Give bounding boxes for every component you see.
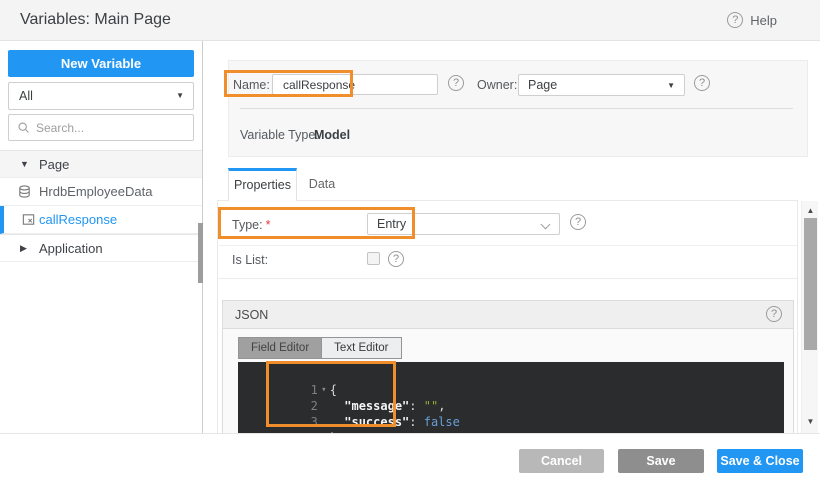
code-token: , bbox=[438, 399, 445, 413]
name-label: Name:* bbox=[233, 78, 278, 92]
variable-filter-select[interactable]: All ▼ bbox=[8, 82, 194, 110]
variables-sidebar: New Variable All ▼ ▼ Page HrdbEmployeeDa… bbox=[0, 41, 203, 433]
tree-item-hrdbemployeedata[interactable]: HrdbEmployeeData bbox=[0, 178, 202, 206]
name-input[interactable] bbox=[272, 74, 438, 95]
json-panel-title: JSON bbox=[235, 308, 268, 322]
is-list-help-icon[interactable]: ? bbox=[388, 251, 404, 267]
tree-item-callresponse[interactable]: callResponse bbox=[0, 206, 202, 234]
type-help-icon[interactable]: ? bbox=[570, 214, 586, 230]
owner-value: Page bbox=[519, 75, 684, 95]
tree-item-label: HrdbEmployeeData bbox=[39, 184, 152, 199]
tree-item-label: callResponse bbox=[39, 212, 117, 227]
owner-help-icon[interactable]: ? bbox=[694, 75, 710, 91]
code-line: 1▾{ bbox=[238, 366, 784, 382]
page-title: Variables: Main Page bbox=[20, 11, 171, 29]
variables-dialog: Variables: Main Page ? Help New Variable… bbox=[0, 0, 820, 487]
database-icon bbox=[17, 184, 32, 199]
type-select[interactable]: Entry bbox=[367, 213, 560, 235]
dialog-header: Variables: Main Page ? Help bbox=[0, 0, 820, 41]
tree-item-label: Page bbox=[39, 157, 69, 172]
field-editor-button[interactable]: Field Editor bbox=[239, 338, 321, 358]
is-list-checkbox[interactable] bbox=[367, 252, 380, 265]
help-label: Help bbox=[750, 13, 777, 28]
dialog-footer: Cancel Save Save & Close bbox=[0, 433, 820, 487]
cancel-button[interactable]: Cancel bbox=[519, 449, 604, 473]
code-token: "success" bbox=[330, 415, 409, 429]
is-list-label: Is List: bbox=[232, 253, 268, 267]
code-token: : bbox=[409, 415, 423, 429]
scroll-down-icon[interactable]: ▼ bbox=[802, 417, 819, 426]
variable-type-value: Model bbox=[314, 128, 350, 142]
tree-item-page[interactable]: ▼ Page bbox=[0, 150, 202, 178]
code-token: "message" bbox=[330, 399, 409, 413]
text-editor-button[interactable]: Text Editor bbox=[321, 338, 400, 358]
json-panel: JSON ? Field Editor Text Editor 1▾{ 2 "m… bbox=[222, 300, 794, 433]
new-variable-button[interactable]: New Variable bbox=[8, 50, 194, 77]
variable-search bbox=[8, 114, 194, 141]
sidebar-scrollbar-thumb[interactable] bbox=[198, 223, 203, 283]
type-label: Type:* bbox=[232, 218, 270, 232]
model-icon bbox=[21, 212, 36, 227]
editor-mode-toggle: Field Editor Text Editor bbox=[238, 337, 402, 359]
caret-right-icon: ▶ bbox=[20, 243, 32, 254]
search-icon bbox=[17, 121, 30, 134]
json-panel-header: JSON ? bbox=[223, 301, 793, 329]
variable-type-label: Variable Type: bbox=[240, 128, 319, 142]
scrollbar-thumb[interactable] bbox=[804, 218, 817, 350]
dropdown-arrow-icon: ▼ bbox=[176, 83, 184, 109]
code-token: false bbox=[424, 415, 460, 429]
form-divider bbox=[240, 108, 793, 109]
save-close-button[interactable]: Save & Close bbox=[717, 449, 803, 473]
search-input[interactable] bbox=[36, 121, 176, 135]
owner-select[interactable]: Page ▼ bbox=[518, 74, 685, 96]
code-token: : bbox=[409, 399, 423, 413]
json-code-editor[interactable]: 1▾{ 2 "message": "", 3 "success": false … bbox=[238, 362, 784, 434]
dropdown-arrow-icon: ▼ bbox=[667, 75, 675, 95]
line-number: 3 bbox=[296, 414, 318, 430]
help-button[interactable]: ? Help bbox=[727, 12, 777, 28]
scroll-up-icon[interactable]: ▲ bbox=[802, 206, 819, 215]
tree-item-application[interactable]: ▶ Application bbox=[0, 234, 202, 262]
tab-properties[interactable]: Properties bbox=[228, 168, 297, 201]
json-help-icon[interactable]: ? bbox=[766, 306, 782, 322]
content-scrollbar[interactable]: ▲ ▼ bbox=[801, 201, 818, 433]
help-icon: ? bbox=[727, 12, 743, 28]
row-divider bbox=[219, 245, 797, 246]
code-token: "" bbox=[424, 399, 438, 413]
variable-filter-value: All bbox=[19, 89, 33, 103]
caret-down-icon: ▼ bbox=[20, 159, 32, 169]
required-asterisk: * bbox=[266, 218, 271, 232]
line-number: 2 bbox=[296, 398, 318, 414]
name-help-icon[interactable]: ? bbox=[448, 75, 464, 91]
variables-tree: ▼ Page HrdbEmployeeData callResponse ▶ A… bbox=[0, 150, 202, 262]
tree-item-label: Application bbox=[39, 241, 103, 256]
fold-icon[interactable]: ▾ bbox=[318, 382, 330, 398]
tab-data[interactable]: Data bbox=[297, 168, 347, 201]
line-number: 1 bbox=[296, 382, 318, 398]
type-value: Entry bbox=[368, 214, 559, 234]
save-button[interactable]: Save bbox=[618, 449, 704, 473]
code-token: { bbox=[330, 383, 337, 397]
